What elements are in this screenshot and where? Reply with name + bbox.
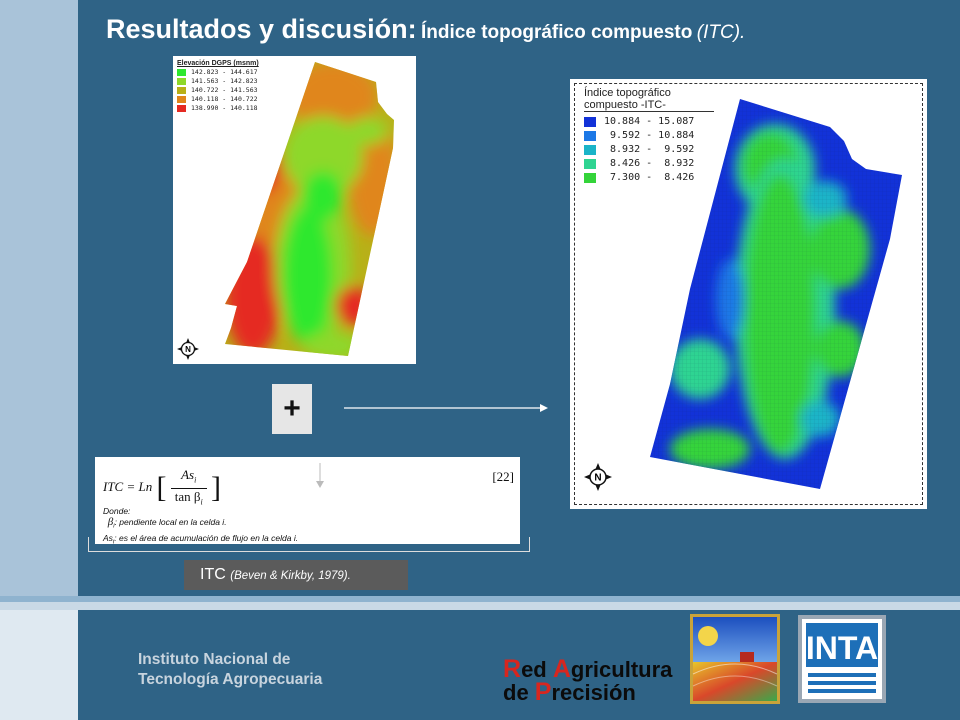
elevation-legend-title: Elevación DGPS (msnm) (177, 60, 259, 67)
legend-swatch (177, 86, 186, 94)
elevation-legend: Elevación DGPS (msnm) 142.823 - 144.617 … (177, 60, 259, 112)
legend-swatch (584, 144, 596, 155)
legend-item: 140.722 - 141.563 (177, 86, 259, 94)
notes-header: Donde: (103, 506, 131, 516)
down-arrow-icon (316, 463, 324, 488)
legend-range: 142.823 - 144.617 (191, 68, 258, 76)
equation-lhs: ITC = Ln (103, 479, 153, 495)
precision-agriculture-photo (690, 614, 780, 704)
legend-swatch (177, 104, 186, 112)
legend-item: 140.118 - 140.722 (177, 95, 259, 103)
north-arrow-icon: N (584, 463, 612, 491)
legend-range: 140.722 - 141.563 (191, 86, 258, 94)
slide-title: Resultados y discusión: Índice topográfi… (106, 14, 956, 45)
north-label: N (594, 473, 601, 484)
legend-swatch (177, 77, 186, 85)
equation-denominator-sub: i (200, 497, 203, 507)
legend-item: 8.426 - 8.932 (584, 158, 714, 169)
itc-legend: Índice topográfico compuesto -ITC- 10.88… (584, 87, 714, 183)
equation-numerator-sub: i (194, 475, 197, 485)
legend-range: 7.300 - 8.426 (604, 172, 695, 183)
legend-range: 8.932 - 9.592 (604, 144, 695, 155)
legend-item: 8.932 - 9.592 (584, 144, 714, 155)
right-arrow-icon (344, 404, 548, 412)
institute-line-1: Instituto Nacional de (138, 651, 291, 668)
equation-denominator: tan β (174, 488, 201, 504)
red-agricultura-precision-logo: Red Agricultura de Precisión (503, 655, 673, 706)
legend-range: 141.563 - 142.823 (191, 77, 258, 85)
reference-box: ITC (Beven & Kirkby, 1979). (184, 560, 408, 590)
north-label: N (185, 345, 191, 354)
title-abbrev: (ITC). (696, 22, 746, 43)
plus-operator: + (272, 384, 312, 434)
institute-name: Instituto Nacional de Tecnología Agropec… (138, 650, 322, 690)
equation-numerator: As (181, 467, 195, 482)
reference-main: ITC (200, 566, 226, 583)
reference-citation: (Beven & Kirkby, 1979). (230, 570, 351, 582)
itc-equation: ITC = Ln [ Asi tan βi ] (103, 467, 221, 507)
legend-swatch (584, 158, 596, 169)
itc-formula-panel: ITC = Ln [ Asi tan βi ] [22] Donde: βi: … (95, 457, 520, 545)
legend-item: 10.884 - 15.087 (584, 116, 714, 127)
legend-item: 9.592 - 10.884 (584, 130, 714, 141)
legend-title-rule (584, 111, 714, 112)
north-arrow-icon: N (177, 338, 199, 360)
bracket-divider (88, 537, 530, 552)
equation-number: [22] (492, 469, 514, 484)
legend-range: 9.592 - 10.884 (604, 130, 695, 141)
legend-item: 138.990 - 140.118 (177, 104, 259, 112)
legend-swatch (584, 172, 596, 183)
legend-swatch (584, 130, 596, 141)
title-sub: Índice topográfico compuesto (421, 22, 693, 43)
institute-line-2: Tecnología Agropecuaria (138, 671, 323, 688)
elevation-map-panel: Elevación DGPS (msnm) 142.823 - 144.617 … (173, 56, 416, 364)
legend-item: 7.300 - 8.426 (584, 172, 714, 183)
inta-logo: INTA (798, 615, 886, 703)
legend-range: 10.884 - 15.087 (604, 116, 695, 127)
inta-logo-mark: INTA (802, 619, 882, 699)
legend-swatch (584, 116, 596, 127)
inta-text: INTA (806, 630, 878, 666)
legend-swatch (177, 68, 186, 76)
itc-legend-title-1: Índice topográfico (584, 87, 671, 99)
legend-item: 142.823 - 144.617 (177, 68, 259, 76)
itc-map-panel: Índice topográfico compuesto -ITC- 10.88… (570, 79, 927, 509)
note-beta: βi: pendiente local en la celda i. (107, 516, 227, 530)
legend-item: 141.563 - 142.823 (177, 77, 259, 85)
itc-legend-title-2: compuesto -ITC- (584, 99, 666, 111)
legend-range: 138.990 - 140.118 (191, 104, 258, 112)
title-main: Resultados y discusión: (106, 14, 417, 44)
legend-range: 140.118 - 140.722 (191, 95, 258, 103)
legend-range: 8.426 - 8.932 (604, 158, 695, 169)
legend-swatch (177, 95, 186, 103)
